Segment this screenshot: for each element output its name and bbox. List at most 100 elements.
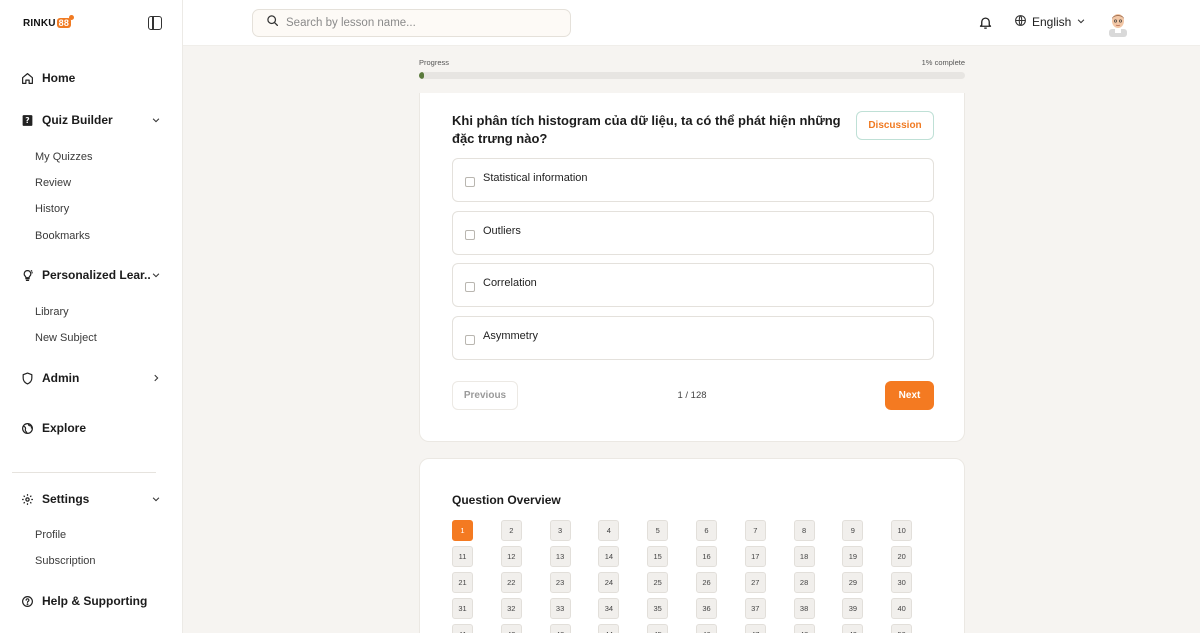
question-number-button[interactable]: 24	[598, 572, 620, 593]
sidebar-subitem-library[interactable]: Library	[35, 306, 69, 318]
question-number-button[interactable]: 16	[695, 546, 717, 567]
page-indicator: 1 / 128	[677, 390, 707, 401]
progress-bar-fill	[419, 72, 425, 79]
answer-checkbox[interactable]	[465, 176, 475, 187]
question-number-button[interactable]: 36	[695, 598, 717, 619]
question-number-button[interactable]: 33	[549, 598, 571, 619]
bell-icon[interactable]	[978, 15, 994, 31]
language-label: English	[1032, 15, 1072, 29]
answer-option-label: Correlation	[483, 277, 537, 289]
question-number-button[interactable]: 26	[695, 572, 717, 593]
discussion-button[interactable]: Discussion	[856, 111, 934, 140]
answer-option[interactable]: Asymmetry	[452, 316, 934, 360]
answer-option[interactable]: Outliers	[452, 211, 934, 255]
topbar: English	[183, 0, 1200, 46]
question-number-button[interactable]: 50	[891, 624, 913, 633]
sidebar-subitem-history[interactable]: History	[35, 203, 69, 215]
question-number-button[interactable]: 41	[452, 624, 473, 633]
logo[interactable]: RINKU 88	[23, 15, 75, 29]
question-number-button[interactable]: 14	[598, 546, 620, 567]
question-number-button[interactable]: 48	[793, 624, 815, 633]
sidebar-item-label: Home	[42, 71, 76, 85]
question-number-button[interactable]: 47	[744, 624, 766, 633]
answer-option-label: Asymmetry	[483, 330, 538, 342]
question-number-button[interactable]: 15	[647, 546, 669, 567]
chevron-right-icon	[150, 372, 162, 384]
question-number-button[interactable]: 6	[695, 520, 717, 541]
question-number-button[interactable]: 40	[891, 598, 913, 619]
question-number-button[interactable]: 9	[842, 520, 864, 541]
sidebar-item-help[interactable]: Help & Supporting	[20, 590, 162, 612]
question-number-button[interactable]: 17	[744, 546, 766, 567]
question-number-button[interactable]: 35	[647, 598, 669, 619]
question-number-button[interactable]: 46	[695, 624, 717, 633]
question-number-button[interactable]: 1	[452, 520, 473, 541]
question-number-button[interactable]: 45	[647, 624, 669, 633]
sidebar-item-home[interactable]: Home	[20, 67, 162, 89]
question-number-button[interactable]: 28	[793, 572, 815, 593]
answer-checkbox[interactable]	[465, 281, 475, 292]
question-number-button[interactable]: 29	[842, 572, 864, 593]
question-number-button[interactable]: 18	[793, 546, 815, 567]
answer-option[interactable]: Statistical information	[452, 158, 934, 202]
question-number-button[interactable]: 37	[744, 598, 766, 619]
question-overview-title: Question Overview	[452, 493, 561, 507]
question-number-button[interactable]: 20	[891, 546, 913, 567]
question-number-button[interactable]: 43	[549, 624, 571, 633]
sidebar-subitem-my-quizzes[interactable]: My Quizzes	[35, 151, 92, 163]
chevron-down-icon	[150, 114, 162, 126]
help-icon	[20, 594, 34, 608]
sidebar-subitem-bookmarks[interactable]: Bookmarks	[35, 230, 90, 242]
question-number-button[interactable]: 34	[598, 598, 620, 619]
question-number-button[interactable]: 3	[549, 520, 571, 541]
question-number-button[interactable]: 19	[842, 546, 864, 567]
question-number-button[interactable]: 39	[842, 598, 864, 619]
answer-checkbox[interactable]	[465, 334, 475, 345]
sidebar-item-settings[interactable]: Settings	[20, 488, 162, 510]
question-number-button[interactable]: 27	[744, 572, 766, 593]
question-number-button[interactable]: 8	[793, 520, 815, 541]
question-number-button[interactable]: 7	[744, 520, 766, 541]
question-number-button[interactable]: 38	[793, 598, 815, 619]
question-number-button[interactable]: 10	[891, 520, 913, 541]
search-box[interactable]	[252, 9, 571, 37]
sidebar-item-label: Settings	[42, 492, 90, 506]
question-number-button[interactable]: 25	[647, 572, 669, 593]
question-number-button[interactable]: 12	[500, 546, 522, 567]
globe-icon	[1014, 14, 1027, 30]
question-number-button[interactable]: 13	[549, 546, 571, 567]
answer-option[interactable]: Correlation	[452, 263, 934, 307]
sidebar-subitem-new-subject[interactable]: New Subject	[35, 332, 97, 344]
sidebar-divider	[12, 472, 156, 473]
question-overview-grid: 1 2 3 4 5 6 7 8 9 10 11 12 13 14 15 16 17 18 19 20 21 22 23 24 2…	[452, 520, 913, 633]
question-number-button[interactable]: 22	[500, 572, 522, 593]
sidebar-item-personalized-learning[interactable]: Personalized Lear...	[20, 264, 162, 286]
question-number-button[interactable]: 31	[452, 598, 473, 619]
sidebar-subitem-profile[interactable]: Profile	[35, 529, 66, 541]
question-number-button[interactable]: 49	[842, 624, 864, 633]
answer-checkbox[interactable]	[465, 229, 475, 240]
sidebar-subitem-review[interactable]: Review	[35, 177, 71, 189]
question-number-button[interactable]: 23	[549, 572, 571, 593]
avatar[interactable]	[1107, 11, 1129, 37]
question-number-button[interactable]: 44	[598, 624, 620, 633]
gear-icon	[20, 492, 34, 506]
language-selector[interactable]: English	[1014, 14, 1086, 30]
question-number-button[interactable]: 2	[500, 520, 522, 541]
sidebar-item-admin[interactable]: Admin	[20, 367, 162, 389]
question-number-button[interactable]: 21	[452, 572, 473, 593]
question-number-button[interactable]: 30	[891, 572, 913, 593]
sidebar-toggle-icon[interactable]	[148, 16, 162, 30]
search-input[interactable]	[286, 17, 556, 29]
question-number-button[interactable]: 42	[500, 624, 522, 633]
question-number-button[interactable]: 5	[647, 520, 669, 541]
question-number-button[interactable]: 32	[500, 598, 522, 619]
sidebar-item-explore[interactable]: Explore	[20, 417, 162, 439]
question-number-button[interactable]: 4	[598, 520, 620, 541]
next-button[interactable]: Next	[885, 381, 934, 410]
sidebar-item-quiz-builder[interactable]: ? Quiz Builder	[20, 109, 162, 131]
question-number-button[interactable]: 11	[452, 546, 473, 567]
sidebar-subitem-subscription[interactable]: Subscription	[35, 555, 96, 567]
chevron-down-icon	[1076, 15, 1086, 29]
sidebar-item-label: Admin	[42, 371, 80, 385]
